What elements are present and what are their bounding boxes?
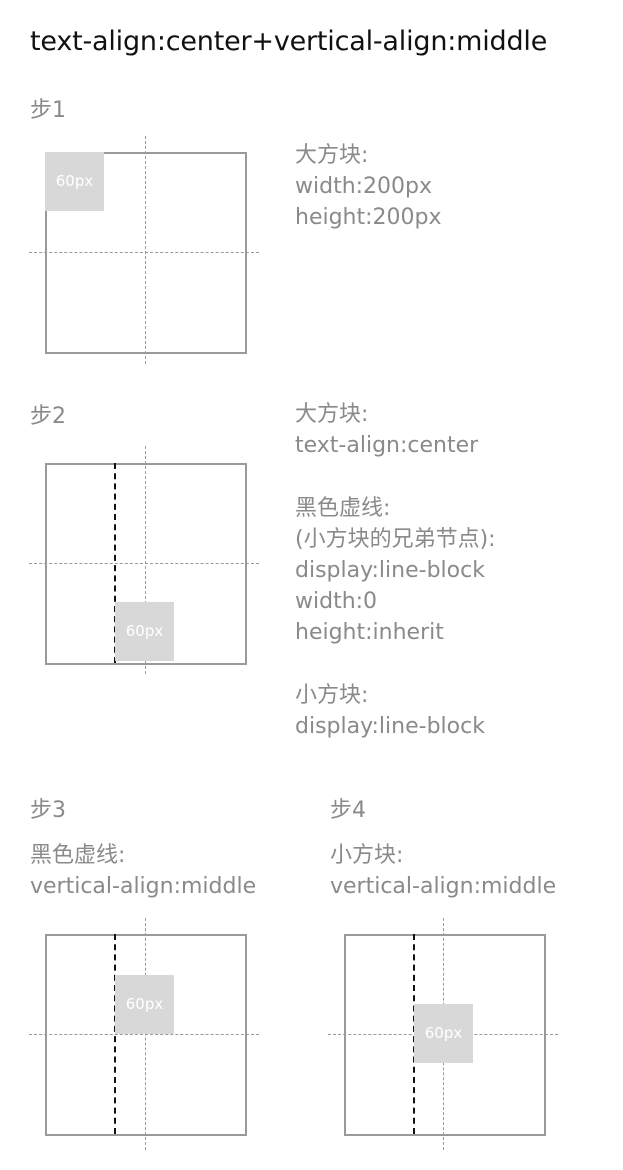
- black-dashed-line: [114, 934, 116, 1134]
- description-line: 大方块:: [295, 402, 369, 427]
- step-3-description: 黑色虚线: vertical-align:middle: [30, 840, 256, 902]
- description-line: vertical-align:middle: [30, 874, 257, 899]
- small-box: 60px: [115, 975, 174, 1034]
- step-2-label: 步2: [30, 404, 66, 429]
- description-line: height:200px: [295, 205, 442, 230]
- description-line: 小方块:: [330, 843, 404, 868]
- horizontal-center-axis: [29, 252, 259, 253]
- description-line: (小方块的兄弟节点):: [295, 527, 496, 552]
- description-line: text-align:center: [295, 433, 479, 458]
- description-line: 大方块:: [295, 143, 369, 168]
- step-1-label: 步1: [30, 98, 66, 123]
- step-4-label: 步4: [330, 798, 366, 823]
- step-2-description: 大方块: text-align:center 黑色虚线: (小方块的兄弟节点):…: [295, 399, 496, 742]
- step-3-label: 步3: [30, 798, 66, 823]
- vertical-center-axis: [145, 136, 146, 364]
- step-1-description: 大方块: width:200px height:200px: [295, 140, 442, 233]
- description-line: display:line-block: [295, 558, 485, 583]
- description-line: 黑色虚线:: [30, 843, 126, 868]
- horizontal-center-axis: [29, 1034, 259, 1035]
- large-box: [45, 934, 247, 1136]
- step-4-description: 小方块: vertical-align:middle: [330, 840, 556, 902]
- small-box: 60px: [115, 602, 174, 661]
- page-title: text-align:center+vertical-align:middle: [30, 26, 548, 57]
- description-line: display:line-block: [295, 714, 485, 739]
- small-box: 60px: [45, 152, 104, 211]
- description-line: vertical-align:middle: [330, 874, 557, 899]
- description-line: height:inherit: [295, 620, 444, 645]
- description-line: 小方块:: [295, 683, 369, 708]
- description-line: 黑色虚线:: [295, 496, 391, 521]
- description-line: width:200px: [295, 174, 433, 199]
- description-line: width:0: [295, 589, 378, 614]
- horizontal-center-axis: [29, 563, 259, 564]
- small-box: 60px: [414, 1004, 473, 1063]
